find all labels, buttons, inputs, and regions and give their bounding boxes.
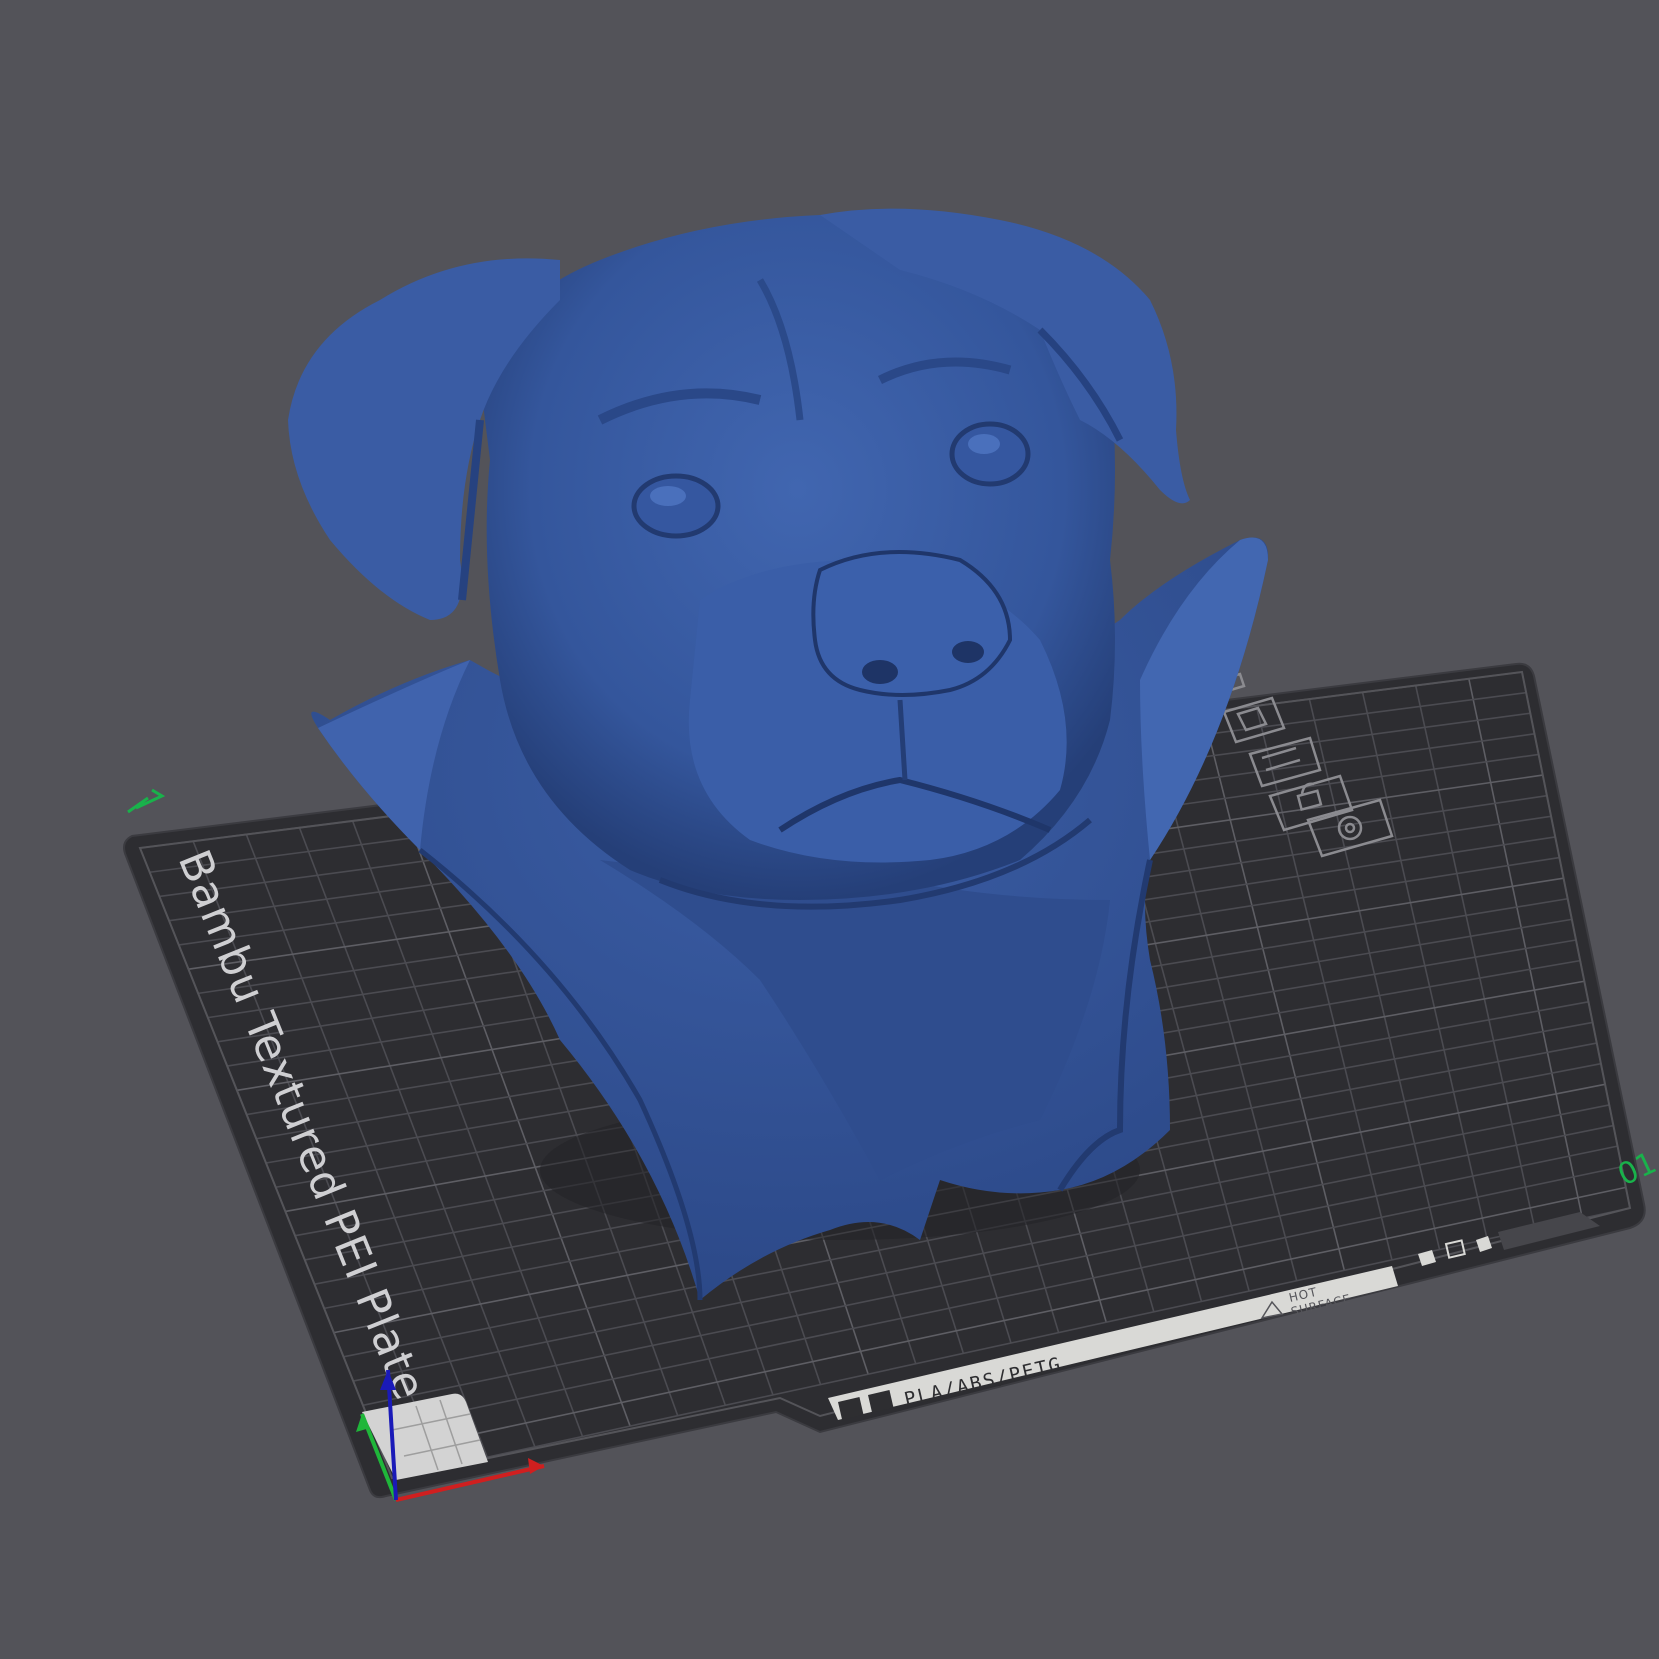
dog-right-eye [949,421,1031,487]
plate-edit-mark [127,788,166,814]
dog-left-eye [631,473,721,539]
3d-viewport[interactable]: Bambu Textured PEI Plate PLA/ABS/PETG HO… [0,0,1659,1659]
dog-nose [811,550,1013,697]
3d-scene[interactable]: Bambu Textured PEI Plate PLA/ABS/PETG HO… [0,0,1659,1659]
